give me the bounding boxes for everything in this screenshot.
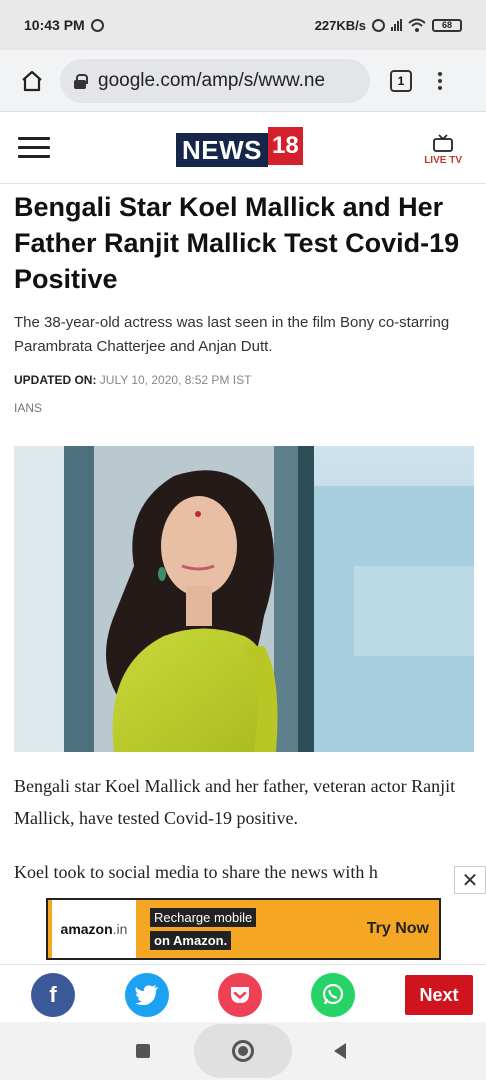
lock-icon [74,73,88,89]
ad-banner-container: amazon .in Recharge mobile on Amazon. Try… [0,896,486,964]
close-ad-button[interactable]: ✕ [454,866,486,894]
recents-icon[interactable] [136,1044,150,1058]
logo-text: NEWS [176,133,268,167]
status-time-group: 10:43 PM [24,17,104,33]
alarm-icon [372,18,385,32]
article-paragraph: Bengali star Koel Mallick and her father… [14,776,456,828]
article-summary: The 38-year-old actress was last seen in… [14,314,450,355]
facebook-share-button[interactable]: f [31,973,75,1017]
hamburger-icon[interactable] [18,137,50,158]
ad-message: Recharge mobile on Amazon. [150,908,257,950]
updated-value: JULY 10, 2020, 8:52 PM IST [99,373,252,387]
updated-label: UPDATED ON: [14,373,97,387]
article-body-visible: Bengali star Koel Mallick and her father… [14,770,474,888]
logo-number: 18 [268,127,303,165]
pocket-icon [231,987,249,1003]
share-bar: f Next [0,964,486,1022]
wifi-icon [408,18,426,32]
amazon-suffix: .in [112,921,128,937]
whatsapp-icon [322,983,344,1005]
home-button[interactable] [12,61,52,101]
home-circle-icon [232,1040,254,1062]
home-nav-button[interactable] [194,1024,292,1078]
article-hero-image[interactable] [14,446,474,752]
article-byline: IANS [14,401,43,415]
ad-line-1: Recharge mobile [150,908,257,927]
news18-logo[interactable]: NEWS 18 [176,127,303,170]
amazon-logo: amazon .in [52,900,136,958]
whatsapp-share-button[interactable] [311,973,355,1017]
status-bar: 10:43 PM 227KB/s 68 [0,0,486,50]
hero-illustration [14,446,474,752]
system-nav-bar [0,1022,486,1080]
live-tv-label: LIVE TV [424,155,462,166]
live-tv-button[interactable]: LIVE TV [424,134,462,166]
status-time: 10:43 PM [24,17,85,33]
article-paragraph: Koel took to social media to share the n… [14,862,378,882]
close-icon: ✕ [461,869,479,892]
updated-line: UPDATED ON: JULY 10, 2020, 8:52 PM IST [14,373,474,387]
amazon-brand: amazon [60,921,113,937]
home-icon [22,70,42,91]
ad-line-2: on Amazon. [150,931,232,950]
browser-toolbar: google.com/amp/s/www.ne 1 [0,50,486,112]
amazon-ad[interactable]: amazon .in Recharge mobile on Amazon. Try… [46,898,441,960]
tab-switcher-button[interactable]: 1 [390,69,412,92]
pocket-share-button[interactable] [218,973,262,1017]
article-header: Bengali Star Koel Mallick and Her Father… [14,185,474,415]
battery-icon: 68 [432,18,462,32]
network-speed: 227KB/s [314,17,366,33]
ad-cta[interactable]: Try Now [367,920,429,938]
app-notification-icon [90,18,104,32]
url-bar[interactable]: google.com/amp/s/www.ne [60,58,370,103]
site-header: NEWS 18 LIVE TV [0,112,486,184]
twitter-icon [135,985,158,1005]
tv-icon [433,134,453,152]
back-icon[interactable] [334,1043,346,1059]
twitter-share-button[interactable] [125,973,169,1017]
article-headline: Bengali Star Koel Mallick and Her Father… [14,192,460,294]
more-options-icon[interactable] [438,71,442,90]
article-body: Bengali star Koel Mallick and her father… [14,770,474,888]
facebook-icon: f [49,982,57,1007]
signal-icon [391,19,402,31]
url-text: google.com/amp/s/www.ne [98,69,326,91]
next-article-button[interactable]: Next [405,975,473,1015]
status-right-group: 227KB/s 68 [315,18,462,33]
